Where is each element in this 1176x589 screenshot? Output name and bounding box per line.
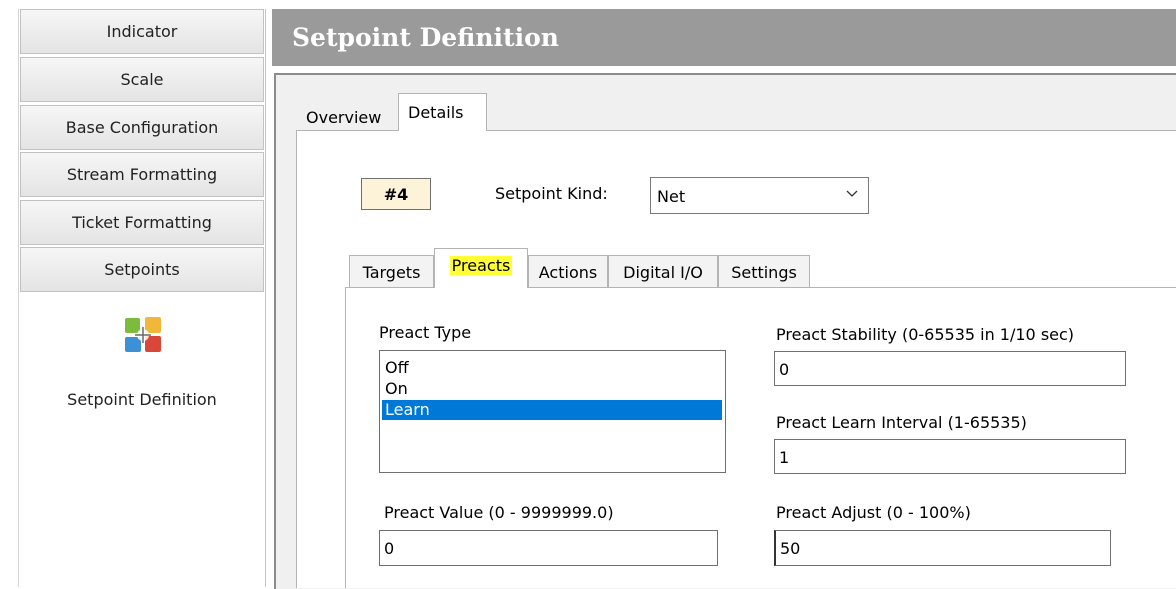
tab-settings[interactable]: Settings [718, 255, 810, 288]
sidebar-item-base-configuration[interactable]: Base Configuration [20, 105, 264, 150]
tab-details[interactable]: Details [398, 93, 487, 131]
preact-learn-interval-text: 1 [779, 448, 790, 467]
sidebar-item-stream-formatting[interactable]: Stream Formatting [20, 152, 264, 197]
module-label[interactable]: Setpoint Definition [19, 390, 265, 409]
sidebar-item-setpoints[interactable]: Setpoints [20, 247, 264, 292]
list-item-on[interactable]: On [382, 379, 722, 399]
preact-type-listbox[interactable]: Off On Learn [379, 350, 726, 473]
preact-type-label: Preact Type [379, 323, 472, 342]
list-item-learn[interactable]: Learn [382, 400, 722, 420]
setpoint-kind-value: Net [657, 187, 686, 206]
page-header: Setpoint Definition [272, 9, 1176, 66]
chevron-down-icon [846, 190, 858, 197]
preact-value-text: 0 [384, 539, 395, 558]
preact-stability-text: 0 [779, 360, 790, 379]
preact-adjust-input[interactable]: 50 [774, 530, 1111, 566]
tab-actions[interactable]: Actions [528, 255, 608, 288]
preact-stability-input[interactable]: 0 [774, 351, 1126, 386]
sidebar: Indicator Scale Base Configuration Strea… [18, 9, 266, 587]
setpoint-kind-label: Setpoint Kind: [495, 184, 608, 203]
tab-preacts-label: Preacts [449, 256, 513, 275]
setpoint-definition-icon[interactable] [123, 315, 163, 355]
setpoint-kind-select[interactable]: Net [650, 177, 869, 214]
preact-learn-interval-input[interactable]: 1 [774, 439, 1126, 474]
preact-value-input[interactable]: 0 [379, 530, 718, 566]
tab-digital-io[interactable]: Digital I/O [608, 255, 718, 288]
preact-learn-interval-label: Preact Learn Interval (1-65535) [776, 413, 1027, 432]
preact-adjust-label: Preact Adjust (0 - 100%) [776, 503, 971, 522]
sidebar-item-indicator[interactable]: Indicator [20, 9, 264, 54]
sidebar-item-ticket-formatting[interactable]: Ticket Formatting [20, 200, 264, 245]
preact-adjust-text: 50 [780, 539, 801, 558]
setpoint-number-badge: #4 [361, 178, 431, 210]
sidebar-item-scale[interactable]: Scale [20, 57, 264, 102]
preact-value-label: Preact Value (0 - 9999999.0) [384, 503, 614, 522]
list-item-off[interactable]: Off [382, 358, 722, 378]
preact-stability-label: Preact Stability (0-65535 in 1/10 sec) [776, 325, 1075, 344]
tab-targets[interactable]: Targets [349, 255, 434, 288]
tab-preacts[interactable]: Preacts [434, 248, 528, 288]
page-title: Setpoint Definition [292, 23, 559, 52]
